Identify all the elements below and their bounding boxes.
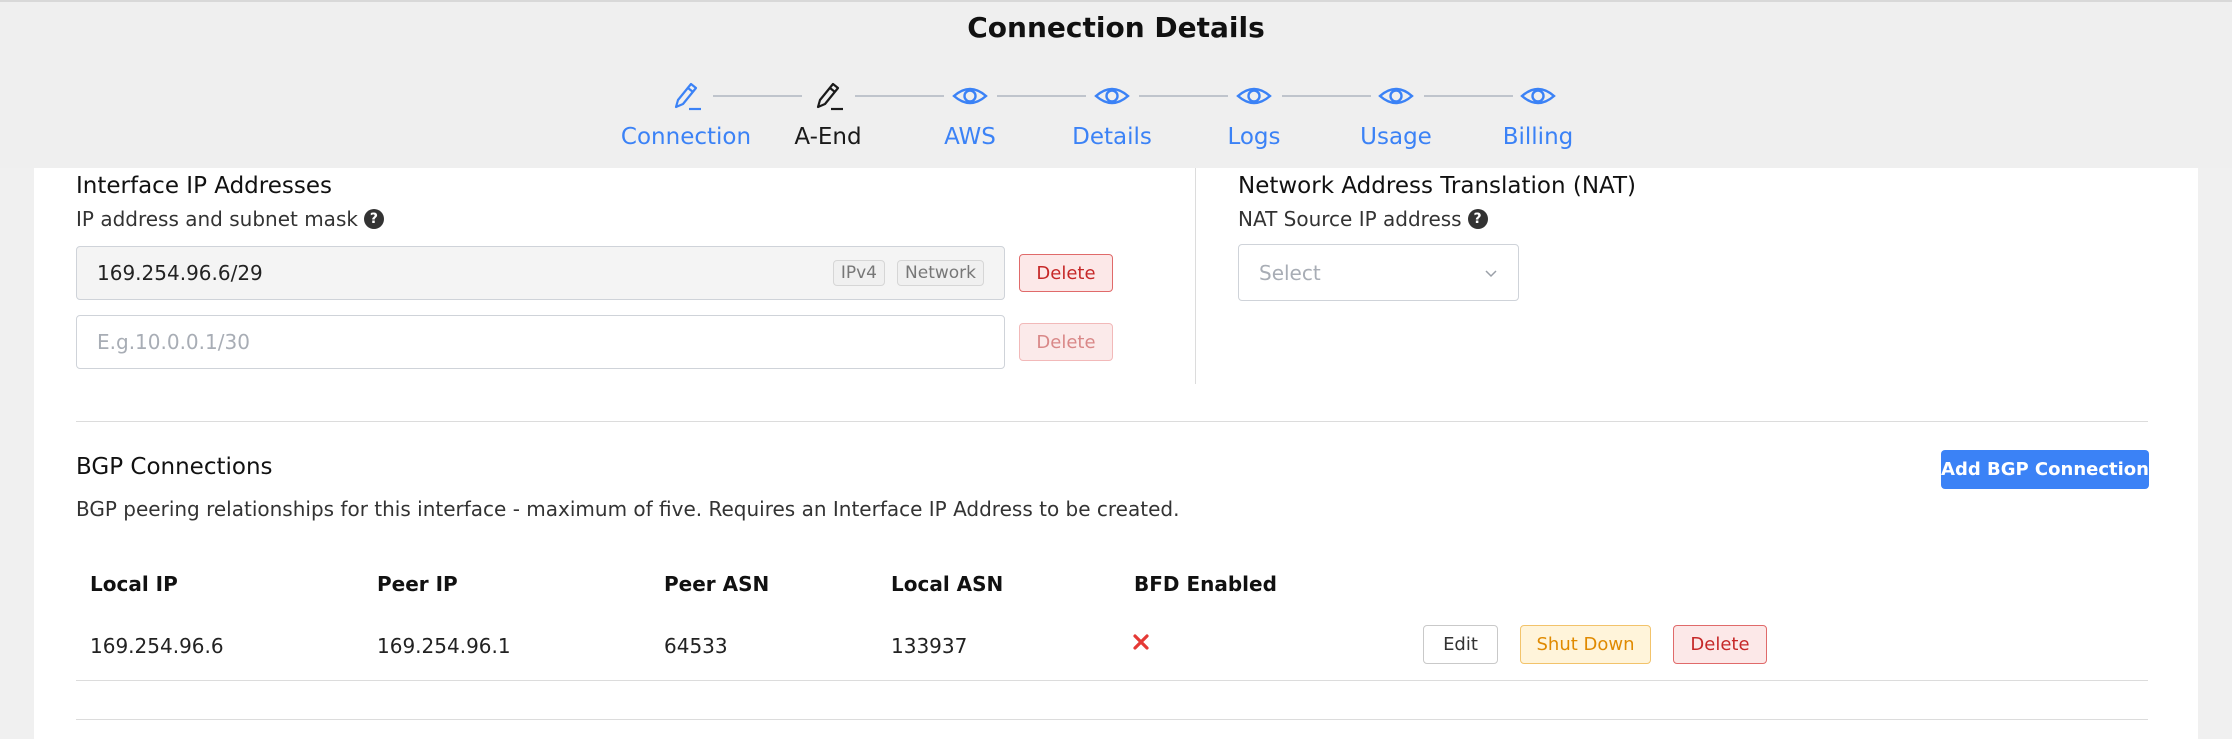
- pencil-icon: [674, 82, 701, 111]
- cell-peer-ip: 169.254.96.1: [377, 634, 511, 658]
- column-header-peer-ip: Peer IP: [377, 572, 458, 596]
- pencil-icon: [816, 82, 843, 111]
- new-ip-input[interactable]: [97, 316, 984, 368]
- step-a-end[interactable]: A-End: [748, 76, 908, 150]
- column-header-local-asn: Local ASN: [891, 572, 1004, 596]
- column-header-local-ip: Local IP: [90, 572, 178, 596]
- step-aws[interactable]: AWS: [890, 76, 1050, 150]
- section-divider: [76, 421, 2148, 422]
- eye-icon: [1236, 87, 1272, 105]
- ip-version-badge: IPv4: [832, 260, 886, 286]
- bfd-disabled-x-icon: [1133, 634, 1149, 650]
- column-header-bfd-enabled: BFD Enabled: [1134, 572, 1277, 596]
- eye-icon: [1520, 87, 1556, 105]
- nat-title: Network Address Translation (NAT): [1238, 173, 1637, 199]
- step-label: AWS: [944, 124, 996, 150]
- delete-new-ip-button[interactable]: Delete: [1019, 323, 1113, 361]
- interface-ip-subtitle: IP address and subnet mask ?: [76, 207, 384, 231]
- header: Connection Details Connection A-End AWS: [0, 0, 2232, 168]
- nat-source-select[interactable]: Select: [1238, 244, 1519, 301]
- step-label: Usage: [1360, 124, 1432, 150]
- nat-subtitle: NAT Source IP address ?: [1238, 207, 1488, 231]
- interface-ip-subtitle-text: IP address and subnet mask: [76, 207, 358, 231]
- delete-bgp-button[interactable]: Delete: [1673, 625, 1767, 664]
- eye-icon: [1094, 87, 1130, 105]
- help-icon[interactable]: ?: [363, 209, 384, 229]
- new-ip-field[interactable]: [76, 315, 1005, 369]
- add-bgp-connection-button[interactable]: Add BGP Connection: [1941, 450, 2149, 489]
- interface-ip-title: Interface IP Addresses: [76, 173, 332, 199]
- nat-subtitle-text: NAT Source IP address: [1238, 207, 1462, 231]
- step-label: Details: [1072, 124, 1152, 150]
- step-details[interactable]: Details: [1032, 76, 1192, 150]
- chevron-down-icon: [1485, 269, 1497, 277]
- eye-icon: [1378, 87, 1414, 105]
- bgp-description: BGP peering relationships for this inter…: [76, 497, 1180, 521]
- step-connection[interactable]: Connection: [606, 76, 766, 150]
- column-divider: [1195, 168, 1196, 384]
- cell-peer-asn: 64533: [664, 634, 728, 658]
- edit-bgp-button[interactable]: Edit: [1423, 625, 1498, 664]
- shut-down-bgp-button[interactable]: Shut Down: [1520, 625, 1651, 664]
- step-usage[interactable]: Usage: [1316, 76, 1476, 150]
- delete-ip-button[interactable]: Delete: [1019, 254, 1113, 292]
- table-row-divider: [76, 680, 2148, 681]
- help-icon[interactable]: ?: [1467, 209, 1488, 229]
- eye-icon: [952, 87, 988, 105]
- ip-address-field[interactable]: 169.254.96.6/29 IPv4 Network: [76, 246, 1005, 300]
- cell-local-asn: 133937: [891, 634, 968, 658]
- column-header-peer-asn: Peer ASN: [664, 572, 770, 596]
- section-divider: [76, 719, 2148, 720]
- step-label: Connection: [620, 124, 752, 150]
- step-billing[interactable]: Billing: [1458, 76, 1618, 150]
- ip-type-badge: Network: [897, 260, 984, 286]
- cell-local-ip: 169.254.96.6: [90, 634, 224, 658]
- step-label: Logs: [1227, 124, 1281, 150]
- step-logs[interactable]: Logs: [1174, 76, 1334, 150]
- nat-select-placeholder: Select: [1259, 260, 1321, 285]
- ip-address-value: 169.254.96.6/29: [97, 261, 263, 285]
- step-label: Billing: [1502, 124, 1574, 150]
- page-title: Connection Details: [967, 11, 1265, 44]
- bgp-title: BGP Connections: [76, 454, 273, 480]
- step-label: A-End: [794, 124, 862, 150]
